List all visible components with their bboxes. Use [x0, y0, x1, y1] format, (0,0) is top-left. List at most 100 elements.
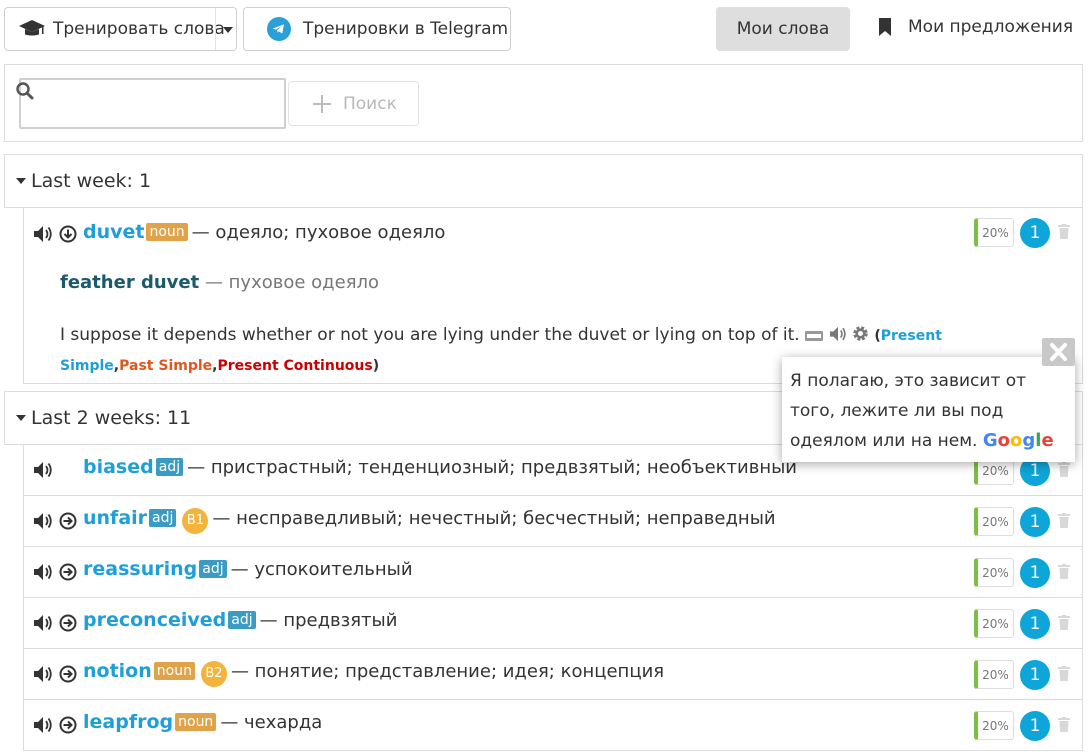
group-title: Last week: 1: [31, 170, 152, 192]
speaker-icon[interactable]: [33, 461, 53, 479]
pos-tag: adj: [155, 458, 184, 476]
word-translation: — чехарда: [220, 712, 323, 733]
translation-tooltip: Я полагаю, это зависит от того, лежите л…: [782, 357, 1075, 462]
my-words-button[interactable]: Мои слова: [716, 7, 850, 51]
group-header-last-week[interactable]: Last week: 1: [4, 154, 1083, 208]
progress-indicator: 20%: [974, 507, 1014, 536]
count-badge: 1: [1020, 609, 1050, 639]
speaker-icon[interactable]: [33, 614, 53, 632]
split-divider: [215, 8, 216, 50]
speaker-icon[interactable]: [33, 563, 53, 581]
pos-tag: noun: [146, 223, 188, 241]
trash-icon[interactable]: [1058, 462, 1070, 477]
word-text: preconceived: [83, 609, 227, 631]
arrow-right-circle-icon[interactable]: [59, 716, 77, 734]
train-words-label: Тренировать слова: [53, 19, 225, 39]
close-tooltip-button[interactable]: [1042, 338, 1075, 366]
translate-abc-icon[interactable]: [805, 330, 824, 342]
plus-icon: [313, 94, 331, 113]
speaker-icon[interactable]: [33, 512, 53, 530]
progress-indicator: 20%: [974, 711, 1014, 740]
word-text: notion: [83, 660, 152, 682]
telegram-training-button[interactable]: Тренировки в Telegram: [243, 7, 511, 51]
word-title[interactable]: notion noun B2— понятие; представление; ид…: [83, 660, 664, 687]
arrow-right-circle-icon[interactable]: [59, 512, 77, 530]
word-translation: — несправедливый; нечестный; бесчестный;…: [212, 508, 776, 529]
word-title[interactable]: biased adj — пристрастный; тенденциозный; …: [83, 456, 797, 478]
trash-icon[interactable]: [1058, 615, 1070, 630]
caret-down-icon: [16, 178, 26, 184]
phrase-row: feather duvet — пуховое одеяло: [60, 272, 379, 293]
search-button-label: Поиск: [343, 93, 397, 114]
pos-tag: adj: [149, 509, 177, 527]
my-sentences-label: Мои предложения: [908, 17, 1074, 37]
word-title[interactable]: preconceived adj — предвзятый: [83, 609, 397, 631]
search-input[interactable]: [19, 78, 286, 129]
pos-tag: noun: [153, 662, 195, 680]
word-translation: — предвзятый: [259, 610, 398, 631]
example-text: I suppose it depends whether or not you …: [60, 325, 800, 345]
trash-icon[interactable]: [1058, 224, 1070, 239]
progress-indicator: 20%: [974, 609, 1014, 638]
word-translation: — одеяло; пуховое одеяло: [191, 222, 446, 243]
pos-tag: adj: [228, 611, 256, 629]
graduation-cap-icon: [19, 20, 45, 36]
trash-icon[interactable]: [1058, 666, 1070, 681]
tense-present-continuous[interactable]: Present Continuous: [217, 358, 372, 374]
count-badge: 1: [1020, 218, 1050, 248]
count-badge: 1: [1020, 558, 1050, 588]
arrow-down-circle-icon[interactable]: [59, 225, 77, 243]
trash-icon[interactable]: [1058, 513, 1070, 528]
progress-indicator: 20%: [974, 218, 1014, 247]
word-translation: — пристрастный; тенденциозный; предвзяты…: [187, 457, 798, 478]
word-text: unfair: [83, 507, 148, 529]
word-row-reassuring: reassuring adj — успокоительный 20% 1: [23, 547, 1083, 598]
caret-down-icon[interactable]: [223, 27, 233, 33]
phrase-text: feather duvet: [60, 272, 200, 293]
arrow-right-circle-icon[interactable]: [59, 563, 77, 581]
search-panel: Поиск: [4, 64, 1083, 142]
train-words-button[interactable]: Тренировать слова: [4, 7, 237, 51]
word-row-notion: notion noun B2— понятие; представление; ид…: [23, 649, 1083, 700]
speaker-icon[interactable]: [33, 716, 53, 734]
count-badge: 1: [1020, 660, 1050, 690]
word-title[interactable]: unfair adj B1— несправедливый; нечестный; …: [83, 507, 776, 534]
speaker-icon[interactable]: [33, 665, 53, 683]
count-badge: 1: [1020, 711, 1050, 741]
speaker-icon[interactable]: [33, 225, 53, 243]
group-title: Last 2 weeks: 11: [31, 407, 192, 429]
level-badge: B1: [182, 508, 209, 534]
word-row-leapfrog: leapfrog noun — чехарда 20% 1: [23, 700, 1083, 751]
progress-indicator: 20%: [974, 558, 1014, 587]
caret-down-icon: [16, 415, 26, 421]
close-icon: [1050, 343, 1067, 361]
phrase-translation: — пуховое одеяло: [204, 272, 380, 293]
word-translation: — понятие; представление; идея; концепци…: [230, 661, 665, 682]
pos-tag: noun: [175, 713, 217, 731]
my-sentences-link[interactable]: Мои предложения: [878, 17, 1073, 37]
top-toolbar: Тренировать слова Тренировки в Telegram …: [0, 0, 1088, 60]
word-title[interactable]: leapfrog noun — чехарда: [83, 711, 322, 733]
search-button[interactable]: Поиск: [288, 81, 419, 126]
word-row-unfair: unfair adj B1— несправедливый; нечестный; …: [23, 496, 1083, 547]
gear-icon[interactable]: [852, 325, 869, 342]
word-title[interactable]: reassuring adj — успокоительный: [83, 558, 413, 580]
word-title[interactable]: duvet noun — одеяло; пуховое одеяло: [83, 221, 445, 243]
word-text: biased: [83, 456, 154, 478]
bookmark-icon: [879, 18, 891, 36]
progress-indicator: 20%: [974, 660, 1014, 689]
trash-icon[interactable]: [1058, 717, 1070, 732]
google-logo: Google: [982, 430, 1054, 451]
search-icon: [16, 82, 34, 100]
telegram-icon: [267, 17, 291, 41]
tense-past-simple[interactable]: Past Simple: [119, 358, 212, 374]
trash-icon[interactable]: [1058, 564, 1070, 579]
word-row-preconceived: preconceived adj — предвзятый 20% 1: [23, 598, 1083, 649]
telegram-training-label: Тренировки в Telegram: [303, 19, 509, 39]
tense-close: ): [372, 358, 380, 374]
arrow-right-circle-icon[interactable]: [59, 614, 77, 632]
word-text: leapfrog: [83, 711, 174, 733]
speaker-icon[interactable]: [829, 326, 847, 342]
my-words-label: Мои слова: [736, 19, 830, 39]
arrow-right-circle-icon[interactable]: [59, 665, 77, 683]
